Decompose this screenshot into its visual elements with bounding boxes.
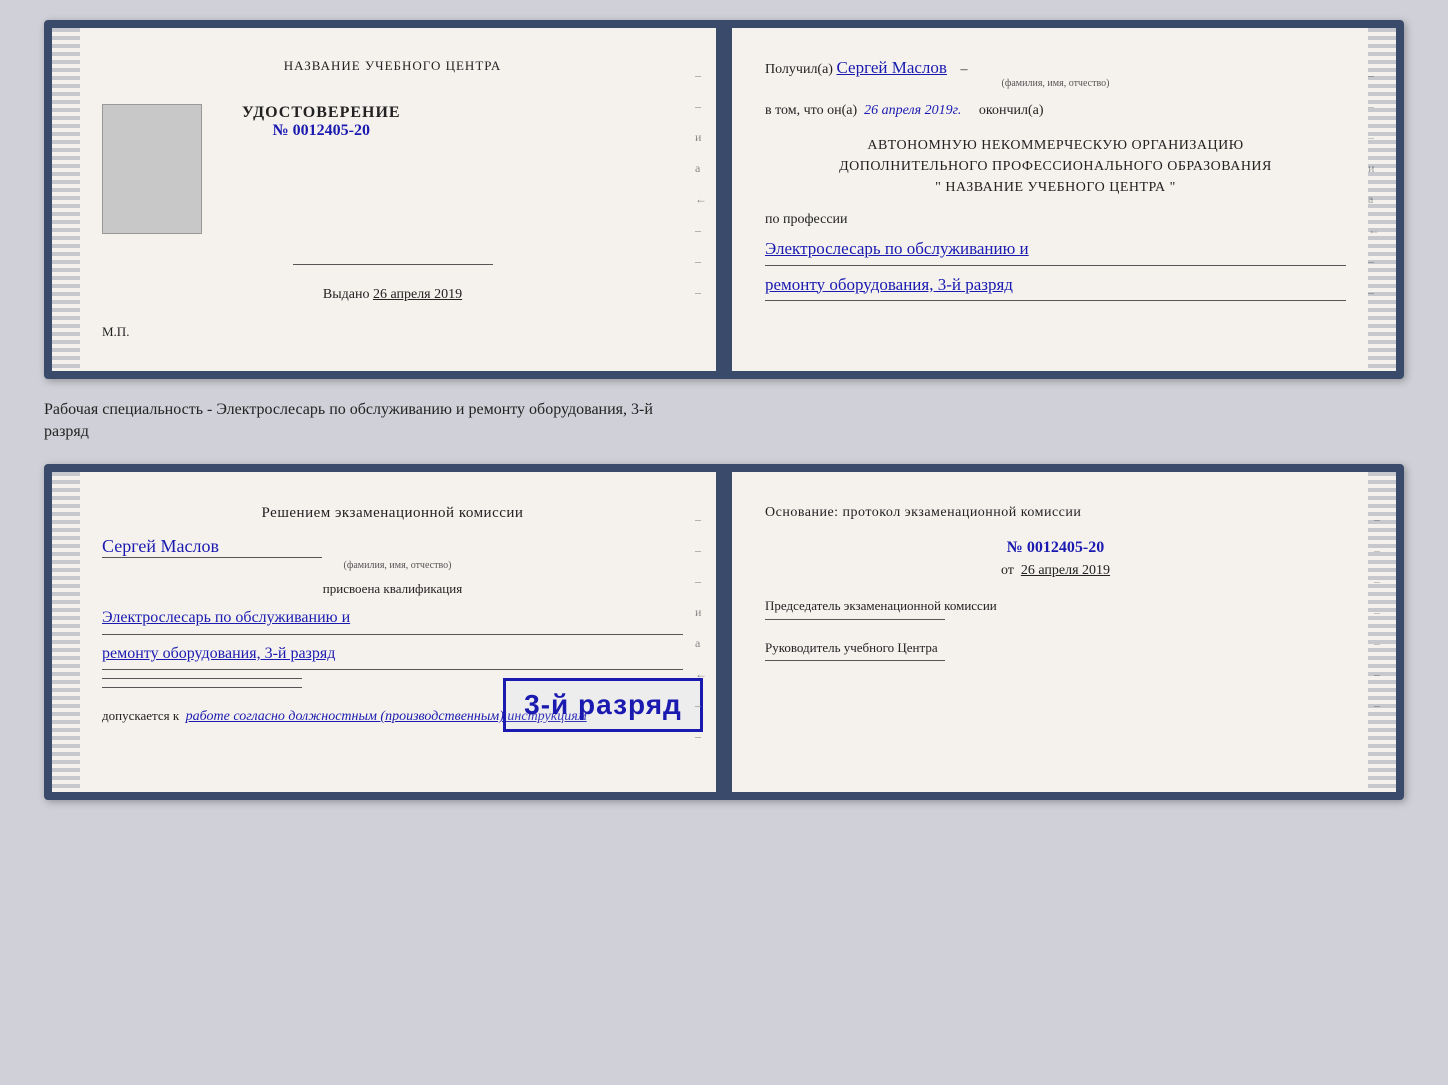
- top-left-title: НАЗВАНИЕ УЧЕБНОГО ЦЕНТРА: [102, 58, 683, 74]
- profession-line2: ремонту оборудования, 3-й разряд: [765, 270, 1346, 301]
- kvalif-line1: Электрослесарь по обслуживанию и: [102, 603, 683, 633]
- from-date: от 26 апреля 2019: [765, 563, 1346, 579]
- rukov-sig-line: [765, 660, 945, 661]
- rukov-role: Руководитель учебного Центра: [765, 640, 1346, 661]
- prisvoena-label: присвоена квалификация: [102, 581, 683, 597]
- bottom-left-page: Решением экзаменационной комиссии Сергей…: [52, 472, 725, 792]
- top-left-page: НАЗВАНИЕ УЧЕБНОГО ЦЕНТРА УДОСТОВЕРЕНИЕ №…: [52, 28, 725, 371]
- right-dashes-4: –––––––: [1374, 512, 1380, 713]
- stamp: 3-й разряд: [503, 678, 703, 732]
- label-between: Рабочая специальность - Электрослесарь п…: [44, 397, 1404, 446]
- bottom-name: Сергей Маслов: [102, 536, 683, 557]
- vydano-label: Выдано 26 апреля 2019: [323, 287, 462, 302]
- photo-placeholder: [102, 104, 202, 234]
- top-right-page: Получил(а) Сергей Маслов – (фамилия, имя…: [725, 28, 1396, 371]
- bottom-right-page: Основание: протокол экзаменационной коми…: [725, 472, 1396, 792]
- right-dashes: ––иа←–––: [695, 68, 707, 300]
- chairman-sig-line: [765, 619, 945, 620]
- fio-caption: (фамилия, имя, отчество): [765, 78, 1346, 89]
- vydano-date: 26 апреля 2019: [373, 287, 462, 302]
- bottom-fio-caption: (фамилия, имя, отчество): [112, 560, 683, 571]
- po-professii-label: по профессии: [765, 212, 1346, 228]
- book-spine-2: [716, 472, 732, 792]
- udostoverenie-num: № 0012405-20: [242, 122, 401, 140]
- top-certificate-book: НАЗВАНИЕ УЧЕБНОГО ЦЕНТРА УДОСТОВЕРЕНИЕ №…: [44, 20, 1404, 379]
- received-line: Получил(а) Сергей Маслов – (фамилия, имя…: [765, 58, 1346, 89]
- org-block: АВТОНОМНУЮ НЕКОММЕРЧЕСКУЮ ОРГАНИЗАЦИЮ ДО…: [765, 135, 1346, 198]
- book-spine: [716, 28, 732, 371]
- vtom-line: в том, что он(а) 26 апреля 2019г. окончи…: [765, 103, 1346, 119]
- stamp-text: 3-й разряд: [520, 689, 686, 721]
- mp-label: М.П.: [102, 324, 129, 339]
- profession-line1: Электрослесарь по обслуживанию и: [765, 234, 1346, 265]
- protocol-num: № 0012405-20: [765, 539, 1346, 557]
- chairman-role: Председатель экзаменационной комиссии: [765, 597, 1346, 620]
- osnov-title: Основание: протокол экзаменационной коми…: [765, 502, 1346, 523]
- right-dashes-2: –––иа←––: [1368, 68, 1380, 300]
- bottom-certificate-book: Решением экзаменационной комиссии Сергей…: [44, 464, 1404, 800]
- vtom-date: 26 апреля 2019г.: [864, 103, 961, 118]
- resheniem-title: Решением экзаменационной комиссии: [102, 502, 683, 525]
- kvalif-line2: ремонту оборудования, 3-й разряд: [102, 639, 683, 669]
- right-dashes-3: –––иа←––: [695, 512, 707, 744]
- recipient-name: Сергей Маслов: [836, 58, 946, 77]
- udostoverenie-title: УДОСТОВЕРЕНИЕ: [242, 104, 401, 122]
- name-underline: [102, 557, 322, 558]
